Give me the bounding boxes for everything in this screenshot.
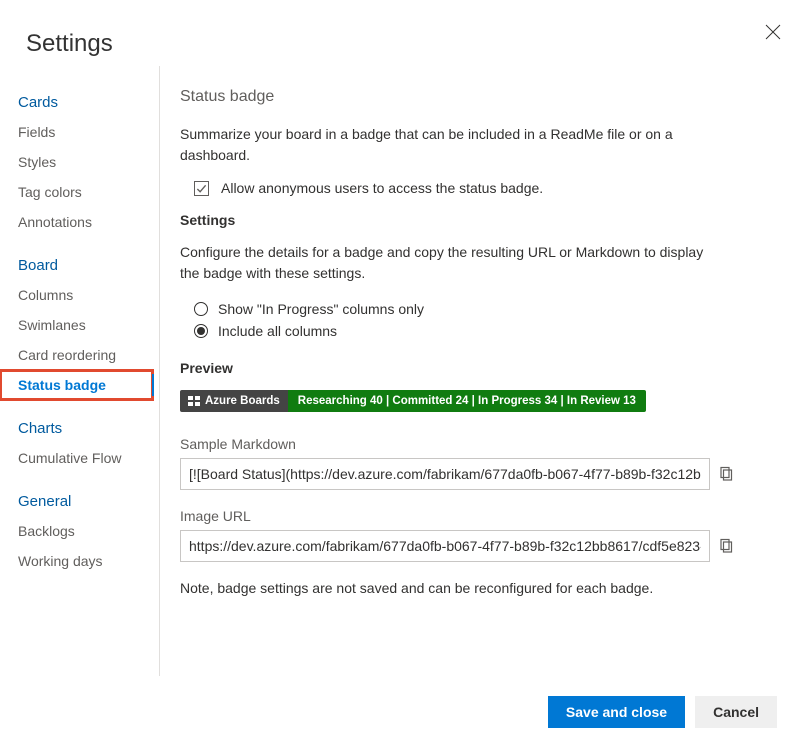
sidebar-item-columns[interactable]: Columns [0,280,159,310]
column-option-group: Show "In Progress" columns only Include … [180,298,777,342]
sidebar-item-styles[interactable]: Styles [0,147,159,177]
sidebar-item-backlogs[interactable]: Backlogs [0,516,159,546]
sidebar-group-charts: Charts [0,414,159,443]
sidebar-item-fields[interactable]: Fields [0,117,159,147]
cancel-button[interactable]: Cancel [695,696,777,728]
close-icon[interactable] [761,20,777,36]
image-url-input[interactable] [180,530,710,562]
badge-left-label: Azure Boards [205,395,280,407]
radio-label-in-progress: Show "In Progress" columns only [218,301,424,317]
radio-icon [194,302,208,316]
settings-content: Status badge Summarize your board in a b… [160,66,801,676]
sidebar-item-tag-colors[interactable]: Tag colors [0,177,159,207]
sidebar-item-swimlanes[interactable]: Swimlanes [0,310,159,340]
preview-subheading: Preview [180,360,777,376]
sidebar-item-status-badge[interactable]: Status badge [0,370,153,400]
allow-anonymous-checkbox[interactable] [194,181,209,196]
save-and-close-button[interactable]: Save and close [548,696,685,728]
radio-in-progress-only[interactable]: Show "In Progress" columns only [194,298,777,320]
section-heading: Status badge [180,88,777,106]
section-description: Summarize your board in a badge that can… [180,124,720,166]
sidebar-group-cards: Cards [0,88,159,117]
badge-right: Researching 40 | Committed 24 | In Progr… [288,390,646,412]
sidebar-group-general: General [0,487,159,516]
image-url-label: Image URL [180,508,777,524]
sample-markdown-input[interactable] [180,458,710,490]
settings-subheading: Settings [180,212,777,228]
status-badge-preview: Azure Boards Researching 40 | Committed … [180,390,646,412]
settings-description: Configure the details for a badge and co… [180,242,720,284]
allow-anonymous-label: Allow anonymous users to access the stat… [221,180,543,196]
badge-note: Note, badge settings are not saved and c… [180,580,777,596]
badge-right-label: Researching 40 | Committed 24 | In Progr… [298,395,636,407]
sidebar-item-annotations[interactable]: Annotations [0,207,159,237]
radio-label-all: Include all columns [218,323,337,339]
copy-markdown-icon[interactable] [718,466,734,482]
sidebar-item-cumulative-flow[interactable]: Cumulative Flow [0,443,159,473]
azure-boards-icon [188,395,200,407]
settings-sidebar: Cards Fields Styles Tag colors Annotatio… [0,66,160,676]
copy-url-icon[interactable] [718,538,734,554]
sidebar-item-card-reordering[interactable]: Card reordering [0,340,159,370]
sidebar-group-board: Board [0,251,159,280]
radio-icon [194,324,208,338]
badge-left: Azure Boards [180,390,288,412]
dialog-title: Settings [26,30,113,58]
sample-markdown-label: Sample Markdown [180,436,777,452]
radio-include-all[interactable]: Include all columns [194,320,777,342]
sidebar-item-working-days[interactable]: Working days [0,546,159,576]
